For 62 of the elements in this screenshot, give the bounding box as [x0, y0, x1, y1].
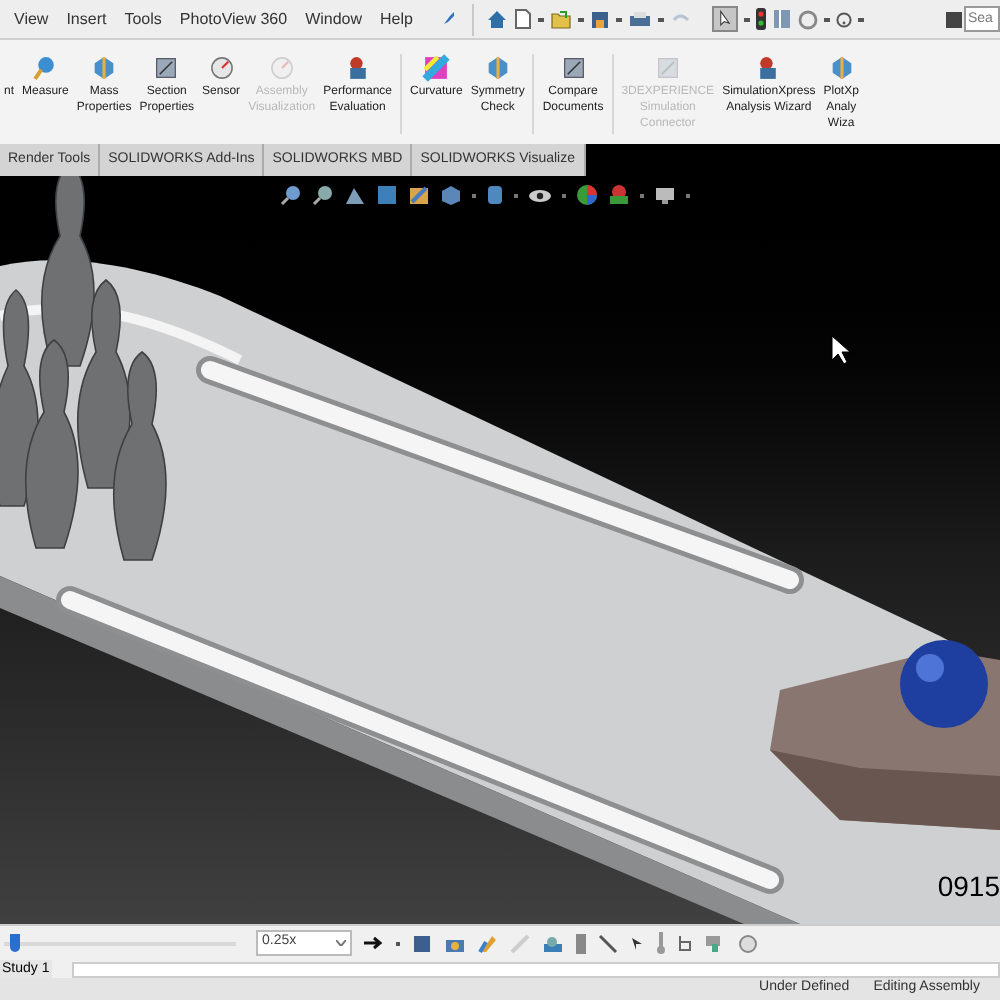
scene-icon[interactable] [608, 184, 630, 206]
pointer-icon[interactable] [630, 935, 644, 951]
view-orientation-icon[interactable] [440, 184, 462, 206]
rainbow-icon [422, 54, 451, 82]
dropdown-caret-icon[interactable] [578, 17, 585, 21]
save-icon[interactable] [412, 933, 432, 953]
gauge-icon [267, 54, 296, 82]
dropdown-caret-icon[interactable] [744, 17, 751, 21]
cube-icon [483, 54, 512, 82]
help-icon[interactable] [836, 11, 853, 27]
graphics-viewport[interactable]: 0915 [0, 176, 1000, 924]
section-icon [152, 54, 181, 82]
menu-item[interactable]: Window [305, 7, 363, 31]
section-view-icon[interactable] [376, 184, 398, 206]
dropdown-caret-icon[interactable] [658, 17, 665, 21]
zoom-to-fit-icon[interactable] [280, 184, 302, 206]
arrow-icon[interactable] [364, 936, 384, 950]
folder-icon[interactable] [550, 9, 573, 29]
search-icon [946, 11, 962, 27]
document-icon[interactable] [514, 8, 533, 30]
timeline-slider[interactable] [4, 933, 236, 953]
section-icon [559, 54, 588, 82]
cube-icon [90, 54, 119, 82]
dropdown-caret-icon[interactable] [640, 193, 644, 197]
dropdown-caret-icon[interactable] [472, 193, 476, 197]
menu-item[interactable]: Insert [66, 7, 107, 31]
dropdown-caret-icon[interactable] [824, 17, 831, 21]
contact-icon[interactable] [542, 933, 564, 953]
section-icon [653, 54, 682, 82]
dropdown-caret-icon[interactable] [396, 941, 400, 945]
dropdown-caret-icon[interactable] [562, 193, 566, 197]
dynamic-annotation-icon[interactable] [408, 184, 430, 206]
eye-icon[interactable] [528, 187, 552, 203]
printer-icon[interactable] [628, 9, 653, 29]
magnifier-icon[interactable] [312, 184, 334, 206]
menu-item[interactable]: PhotoView 360 [179, 7, 288, 31]
save-icon[interactable] [590, 9, 611, 29]
line-tool-icon[interactable] [598, 933, 618, 953]
gauge-icon [207, 54, 236, 82]
motor-icon[interactable] [478, 933, 498, 953]
dropdown-caret-icon[interactable] [616, 17, 623, 21]
dropdown-caret-icon[interactable] [686, 193, 690, 197]
caret-icon [336, 940, 346, 946]
dropdown-caret-icon[interactable] [858, 17, 865, 21]
home-icon[interactable] [486, 8, 509, 30]
pin-icon[interactable] [440, 10, 457, 28]
slider-thumb[interactable] [10, 933, 21, 951]
cube-icon [827, 54, 856, 82]
menu-item[interactable]: View [14, 7, 49, 31]
appearance-icon[interactable] [576, 184, 598, 206]
part-number-label: 0915 [937, 872, 1000, 900]
pointer-icon[interactable] [712, 6, 739, 32]
menu-item[interactable]: Tools [124, 7, 162, 31]
dropdown-caret-icon[interactable] [538, 17, 545, 21]
traffic-light-icon[interactable] [756, 8, 767, 30]
monitor-icon[interactable] [654, 185, 676, 205]
magnifier-icon [31, 54, 60, 82]
menu-item[interactable]: Help [380, 7, 413, 31]
bar-icon[interactable] [576, 933, 586, 953]
display-style-icon[interactable] [486, 184, 504, 206]
dropdown-caret-icon[interactable] [514, 193, 518, 197]
mouse-pointer-icon [831, 335, 851, 365]
